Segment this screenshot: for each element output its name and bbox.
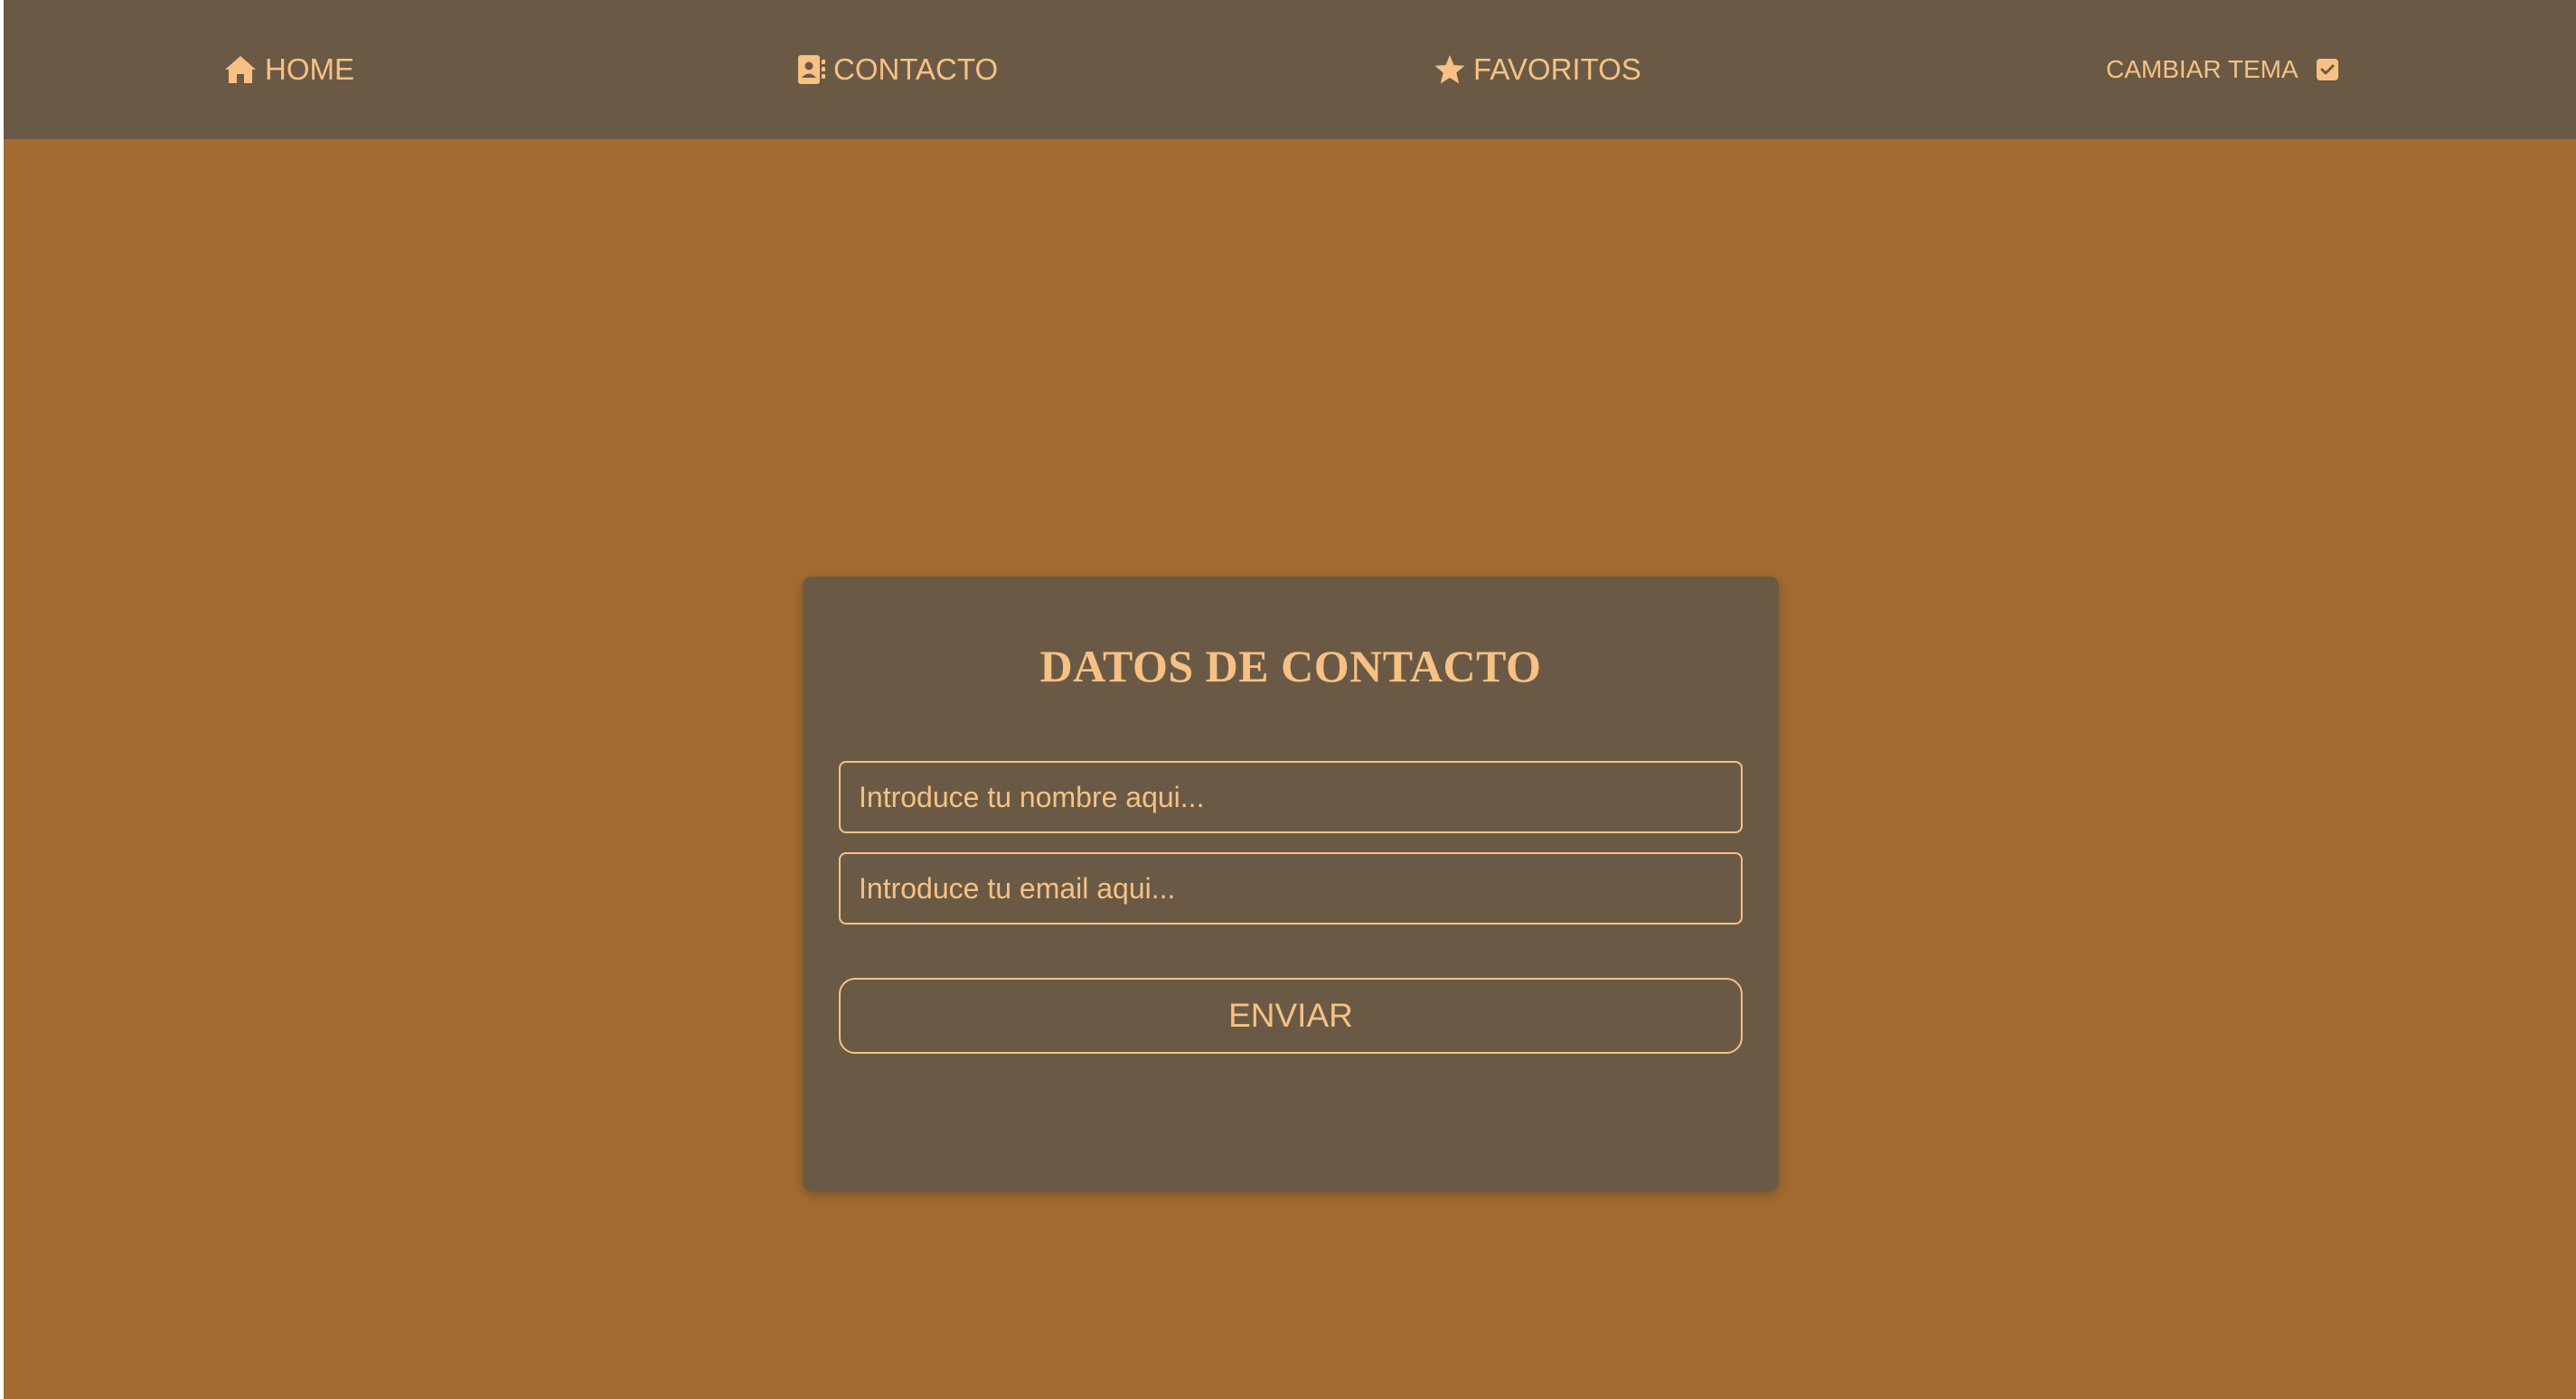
home-icon [223,54,258,85]
check-icon [2320,64,2335,75]
top-navbar: HOME CONTACTO FAVORITOS CAMBIAR TEMA [4,0,2576,139]
email-input[interactable] [839,852,1743,925]
page-left-edge [0,0,4,1399]
contact-form-card: DATOS DE CONTACTO ENVIAR [803,577,1779,1191]
nav-home-label: HOME [265,52,354,86]
theme-toggle[interactable]: CAMBIAR TEMA [2106,0,2338,139]
star-icon [1434,54,1466,85]
nav-favorites-label: FAVORITOS [1473,52,1641,86]
nav-contact-label: CONTACTO [833,52,999,86]
nav-home-link[interactable]: HOME [223,0,354,139]
name-input[interactable] [839,761,1743,833]
nav-contact-link[interactable]: CONTACTO [797,0,998,139]
form-title: DATOS DE CONTACTO [1039,641,1542,691]
submit-button[interactable]: ENVIAR [839,978,1743,1054]
contact-book-icon [797,54,826,85]
theme-checkbox[interactable] [2316,59,2338,80]
theme-toggle-label: CAMBIAR TEMA [2106,55,2299,83]
nav-favorites-link[interactable]: FAVORITOS [1434,0,1641,139]
